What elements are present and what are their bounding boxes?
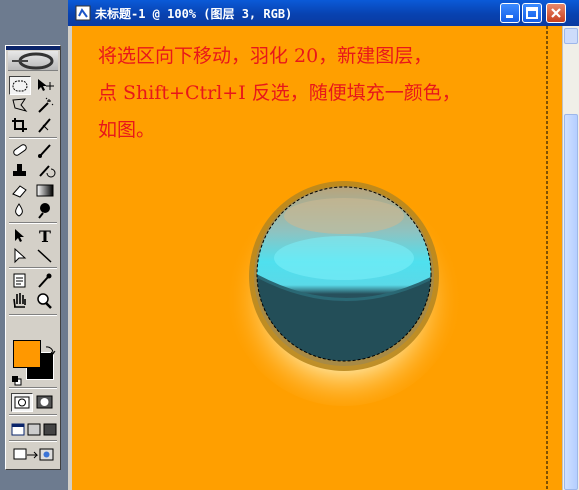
notes-tool-icon[interactable] [9, 271, 31, 290]
move-tool-icon[interactable] [34, 76, 56, 95]
screen-mode-standard-icon[interactable] [11, 421, 25, 436]
type-tool-icon[interactable]: T [34, 226, 56, 245]
hand-tool-icon[interactable] [9, 291, 31, 310]
jump-to-imageready-icon[interactable] [12, 446, 56, 464]
foreground-color-swatch[interactable] [13, 340, 41, 368]
title-bar[interactable]: 未标题-1 @ 100% (图层 3, RGB) [68, 0, 579, 26]
healing-brush-tool-icon[interactable] [9, 141, 31, 160]
photoshop-logo-icon[interactable] [8, 51, 58, 71]
gradient-tool-icon[interactable] [34, 181, 56, 200]
screen-mode-full-icon[interactable] [43, 421, 57, 436]
window-title: 未标题-1 @ 100% (图层 3, RGB) [95, 7, 293, 21]
marquee-tool-icon[interactable] [9, 76, 31, 95]
clone-stamp-tool-icon[interactable] [9, 161, 31, 180]
quick-mask-mode-icon[interactable] [34, 393, 56, 412]
path-selection-tool-icon[interactable] [9, 226, 31, 245]
history-brush-tool-icon[interactable] [34, 161, 56, 180]
lasso-tool-icon[interactable] [9, 96, 31, 115]
blur-tool-icon[interactable] [9, 201, 31, 220]
swap-colors-icon[interactable] [44, 340, 56, 355]
magic-wand-tool-icon[interactable] [34, 96, 56, 115]
svg-text:T: T [39, 227, 51, 245]
screen-mode-full-menu-icon[interactable] [27, 421, 41, 436]
eraser-tool-icon[interactable] [9, 181, 31, 200]
maximize-button[interactable] [522, 3, 542, 23]
minimize-button[interactable] [500, 3, 520, 23]
glass-ball-artwork [226, 26, 548, 490]
line-tool-icon[interactable] [34, 246, 56, 265]
document-icon[interactable] [75, 5, 91, 21]
default-colors-icon[interactable] [12, 371, 22, 386]
scroll-thumb[interactable] [564, 114, 578, 490]
scroll-up-button[interactable] [564, 28, 578, 44]
dodge-tool-icon[interactable] [34, 201, 56, 220]
brush-tool-icon[interactable] [34, 141, 56, 160]
vertical-scrollbar[interactable] [562, 26, 579, 490]
image-canvas[interactable]: 将选区向下移动，羽化 20，新建图层， 点 Shift+Ctrl+I 反选，随便… [72, 26, 562, 490]
document-window: 未标题-1 @ 100% (图层 3, RGB) 将选区向下移动，羽化 20，新… [68, 0, 579, 490]
pen-tool-icon[interactable] [9, 246, 31, 265]
standard-mode-icon[interactable] [11, 393, 33, 412]
close-button[interactable] [546, 3, 566, 23]
palette-grip[interactable] [6, 46, 60, 50]
tool-palette: T [5, 45, 61, 470]
zoom-tool-icon[interactable] [34, 291, 56, 310]
slice-tool-icon[interactable] [34, 116, 56, 135]
eyedropper-tool-icon[interactable] [34, 271, 56, 290]
crop-tool-icon[interactable] [9, 116, 31, 135]
